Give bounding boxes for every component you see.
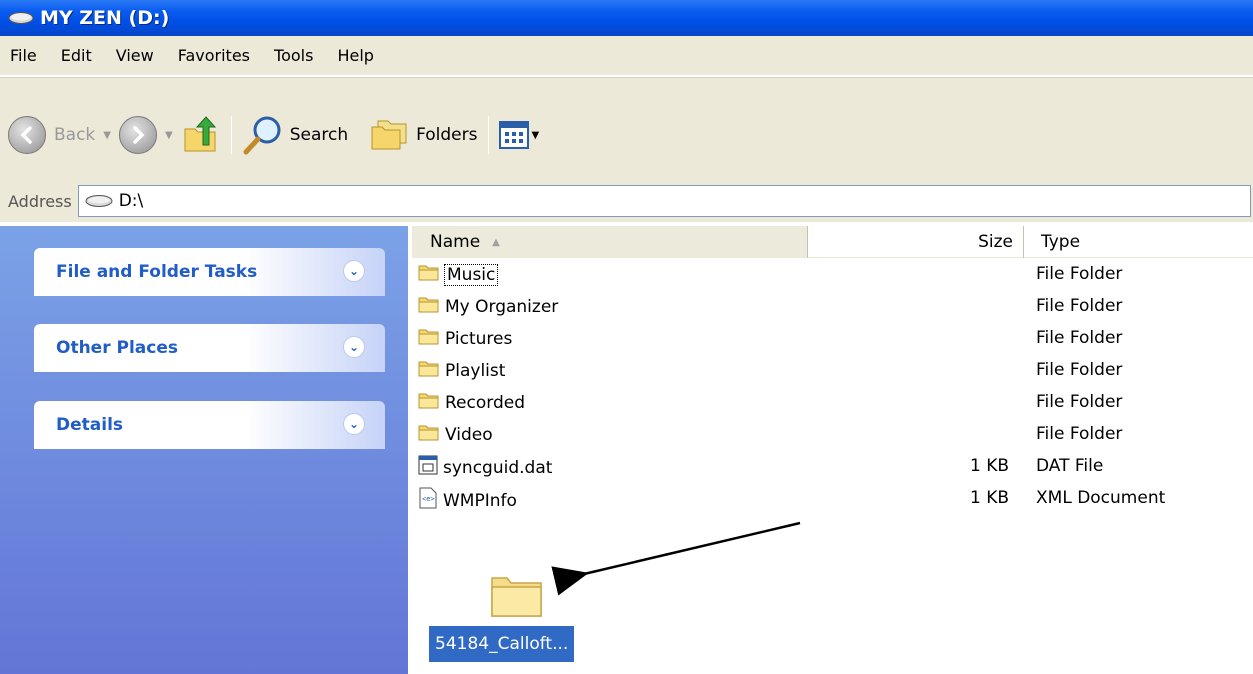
file-type: File Folder [1036, 296, 1123, 316]
forward-arrow-icon [118, 116, 157, 154]
search-label: Search [289, 125, 349, 145]
file-name-cell[interactable]: Video [418, 423, 493, 446]
window-title: MY ZEN (D:) [40, 7, 170, 29]
search-icon [243, 116, 281, 155]
menu-file[interactable]: File [10, 46, 37, 65]
file-name-cell[interactable]: Pictures [418, 327, 512, 350]
folder-icon [418, 295, 440, 318]
chevron-down-icon[interactable]: ⌄ [343, 413, 365, 435]
svg-text:<e>: <e> [422, 495, 435, 503]
column-header-name[interactable]: Name ▲ [412, 226, 808, 258]
file-type: File Folder [1036, 424, 1123, 444]
drive-icon [8, 12, 34, 24]
column-header-type[interactable]: Type [1025, 226, 1253, 258]
file-type: File Folder [1036, 264, 1123, 284]
forward-button[interactable] [118, 116, 157, 154]
title-bar[interactable]: MY ZEN (D:) [0, 0, 1253, 36]
menu-favorites[interactable]: Favorites [178, 46, 250, 65]
folders-label: Folders [416, 125, 478, 145]
file-row[interactable]: Video File Folder [412, 420, 1253, 452]
file-row[interactable]: My Organizer File Folder [412, 292, 1253, 324]
file-row[interactable]: Music File Folder [412, 260, 1253, 292]
file-name: Music [443, 263, 499, 286]
file-row[interactable]: syncguid.dat 1 KB DAT File [412, 452, 1253, 484]
file-name: Recorded [445, 392, 525, 413]
file-name: Playlist [445, 360, 506, 381]
folder-icon [418, 391, 440, 414]
file-row[interactable]: Pictures File Folder [412, 324, 1253, 356]
menu-tools[interactable]: Tools [274, 46, 313, 65]
task-pane: File and Folder Tasks ⌄ Other Places ⌄ D… [0, 226, 408, 674]
file-row[interactable]: Playlist File Folder [412, 356, 1253, 388]
menu-view[interactable]: View [116, 46, 154, 65]
file-type: File Folder [1036, 360, 1123, 380]
task-group-title: Details [56, 415, 124, 435]
file-name-cell[interactable]: syncguid.dat [418, 455, 552, 480]
file-name: My Organizer [445, 296, 559, 317]
folders-icon [371, 120, 407, 150]
task-group-title: Other Places [56, 338, 178, 358]
xml-file-icon: <e> [418, 487, 438, 514]
file-name-cell[interactable]: <e> WMPInfo [418, 487, 517, 514]
menu-bar: File Edit View Favorites Tools Help [0, 36, 1253, 76]
task-group-other-places[interactable]: Other Places ⌄ [34, 324, 385, 372]
file-size: 1 KB [969, 488, 1009, 508]
column-header-size[interactable]: Size [809, 226, 1024, 258]
views-button[interactable]: ▼ [498, 121, 540, 149]
folder-icon [418, 327, 440, 350]
file-name-cell[interactable]: Recorded [418, 391, 525, 414]
sort-ascending-icon: ▲ [492, 236, 500, 248]
file-type: DAT File [1036, 456, 1104, 476]
file-name: WMPInfo [443, 490, 517, 511]
drive-icon [85, 195, 113, 207]
address-bar: Address D:\ [0, 180, 1253, 222]
file-type: File Folder [1036, 392, 1123, 412]
dragged-item-label[interactable]: 54184_Calloft... [429, 626, 575, 662]
back-label: Back [54, 125, 96, 145]
address-label: Address [8, 191, 72, 211]
folders-button[interactable]: Folders [370, 117, 478, 153]
forward-dropdown-icon[interactable]: ▼ [165, 130, 173, 141]
file-name-cell[interactable]: My Organizer [418, 295, 558, 318]
back-arrow-icon [8, 116, 46, 154]
menu-help[interactable]: Help [337, 46, 373, 65]
views-icon [498, 121, 529, 149]
address-path: D:\ [118, 191, 144, 211]
folder-icon [418, 359, 440, 382]
views-dropdown-icon[interactable]: ▼ [532, 130, 540, 141]
file-row[interactable]: <e> WMPInfo 1 KB XML Document [412, 484, 1253, 516]
up-folder-icon [184, 116, 216, 152]
menu-edit[interactable]: Edit [61, 46, 92, 65]
search-button[interactable]: Search [242, 114, 348, 156]
toolbar-separator [487, 116, 489, 154]
task-group-file-and-folder-tasks[interactable]: File and Folder Tasks ⌄ [34, 248, 385, 296]
chevron-down-icon[interactable]: ⌄ [343, 260, 365, 282]
folder-icon [418, 423, 440, 446]
file-name-cell[interactable]: Playlist [418, 359, 505, 382]
file-type: File Folder [1036, 328, 1123, 348]
file-size: 1 KB [969, 456, 1009, 476]
folder-icon[interactable] [489, 570, 545, 620]
task-group-details[interactable]: Details ⌄ [34, 401, 385, 449]
toolbar: Back ▼ ▼ Search Folders ▼ [0, 77, 1253, 180]
folder-icon [418, 263, 440, 286]
column-headers: Name ▲ Size Type [412, 226, 1253, 258]
file-name-cell[interactable]: Music [418, 263, 499, 286]
back-button[interactable]: Back [8, 116, 95, 154]
file-type: XML Document [1036, 488, 1166, 508]
file-name: syncguid.dat [443, 457, 553, 478]
back-dropdown-icon[interactable]: ▼ [103, 130, 111, 141]
file-name: Pictures [445, 328, 513, 349]
toolbar-separator [230, 116, 232, 154]
chevron-down-icon[interactable]: ⌄ [343, 336, 365, 358]
task-group-title: File and Folder Tasks [56, 262, 258, 282]
file-row[interactable]: Recorded File Folder [412, 388, 1253, 420]
file-name: Video [445, 424, 493, 445]
column-header-label: Size [978, 232, 1013, 252]
dat-file-icon [418, 455, 438, 480]
column-header-label: Name [430, 232, 481, 252]
up-folder-button[interactable] [181, 115, 221, 155]
address-input[interactable]: D:\ [77, 185, 1251, 217]
column-header-label: Type [1041, 232, 1081, 252]
